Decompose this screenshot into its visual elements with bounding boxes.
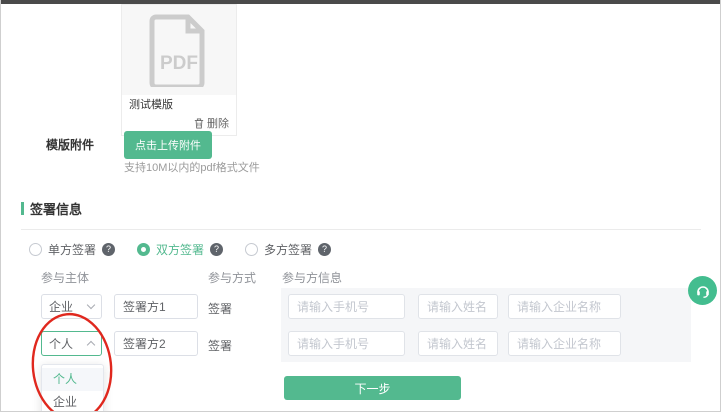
sign-mode-text: 签署 (208, 300, 232, 317)
name-input-row2[interactable] (418, 331, 498, 356)
radio-label: 单方签署 (48, 241, 96, 258)
pdf-preview: PDF (122, 5, 236, 95)
radio-unselected-icon (245, 243, 258, 256)
subject-select-row2[interactable]: 个人 (41, 331, 102, 356)
help-question-icon[interactable]: ? (102, 243, 115, 256)
dropdown-option-company[interactable]: 企业 (42, 391, 103, 412)
company-input-row1[interactable] (508, 294, 621, 319)
svg-text:PDF: PDF (160, 53, 198, 74)
subject-dropdown-menu: 个人 企业 (41, 364, 104, 412)
chevron-down-icon (87, 301, 95, 309)
phone-input-row1[interactable] (288, 294, 405, 319)
signer-name-input-row1[interactable] (114, 294, 198, 319)
top-bar (1, 0, 720, 4)
section-accent-bar (21, 202, 24, 215)
radio-selected-icon (137, 243, 150, 256)
upload-hint-text: 支持10M以内的pdf格式文件 (124, 159, 260, 175)
sign-mode-text: 签署 (208, 337, 232, 354)
party-info-panel-row1 (281, 288, 691, 325)
column-header-mode: 参与方式 (208, 269, 256, 286)
attachment-field-label: 模版附件 (46, 136, 94, 153)
subject-select-value: 企业 (49, 298, 73, 315)
help-question-icon[interactable]: ? (210, 243, 223, 256)
next-step-button[interactable]: 下一步 (284, 376, 461, 400)
headset-icon (695, 283, 711, 299)
radio-label: 双方签署 (156, 241, 204, 258)
radio-label: 多方签署 (264, 241, 312, 258)
upload-attachment-button[interactable]: 点击上传附件 (124, 131, 212, 159)
file-name: 测试模版 (122, 95, 236, 113)
template-form-page: PDF 测试模版 删除 模版附件 点击上传附件 支持10M以内的pdf格式文件 … (0, 0, 721, 412)
uploaded-file-card: PDF 测试模版 删除 (121, 4, 237, 136)
subject-select-value: 个人 (49, 335, 73, 352)
pdf-file-icon: PDF (148, 13, 210, 87)
help-question-icon[interactable]: ? (318, 243, 331, 256)
column-header-subject: 参与主体 (41, 269, 89, 286)
name-input-row1[interactable] (418, 294, 498, 319)
dropdown-option-personal[interactable]: 个人 (42, 368, 103, 391)
phone-input-row2[interactable] (288, 331, 405, 356)
customer-service-widget[interactable] (688, 276, 717, 305)
company-input-row2[interactable] (508, 331, 621, 356)
party-info-panel-row2 (281, 325, 691, 362)
subject-select-row1[interactable]: 企业 (41, 294, 102, 319)
chevron-up-icon (87, 341, 95, 349)
radio-two-party-sign[interactable]: 双方签署 ? (137, 241, 223, 258)
radio-unselected-icon (29, 243, 42, 256)
section-divider (21, 229, 701, 230)
section-title-text: 签署信息 (30, 199, 82, 218)
trash-icon (194, 118, 204, 129)
radio-single-sign[interactable]: 单方签署 ? (29, 241, 115, 258)
delete-label: 删除 (207, 115, 229, 131)
sign-mode-radio-group: 单方签署 ? 双方签署 ? 多方签署 ? (29, 241, 331, 258)
column-header-party-info: 参与方信息 (282, 269, 342, 286)
sign-info-section-title: 签署信息 (21, 199, 82, 218)
radio-multi-party-sign[interactable]: 多方签署 ? (245, 241, 331, 258)
signer-name-input-row2[interactable] (114, 331, 198, 356)
